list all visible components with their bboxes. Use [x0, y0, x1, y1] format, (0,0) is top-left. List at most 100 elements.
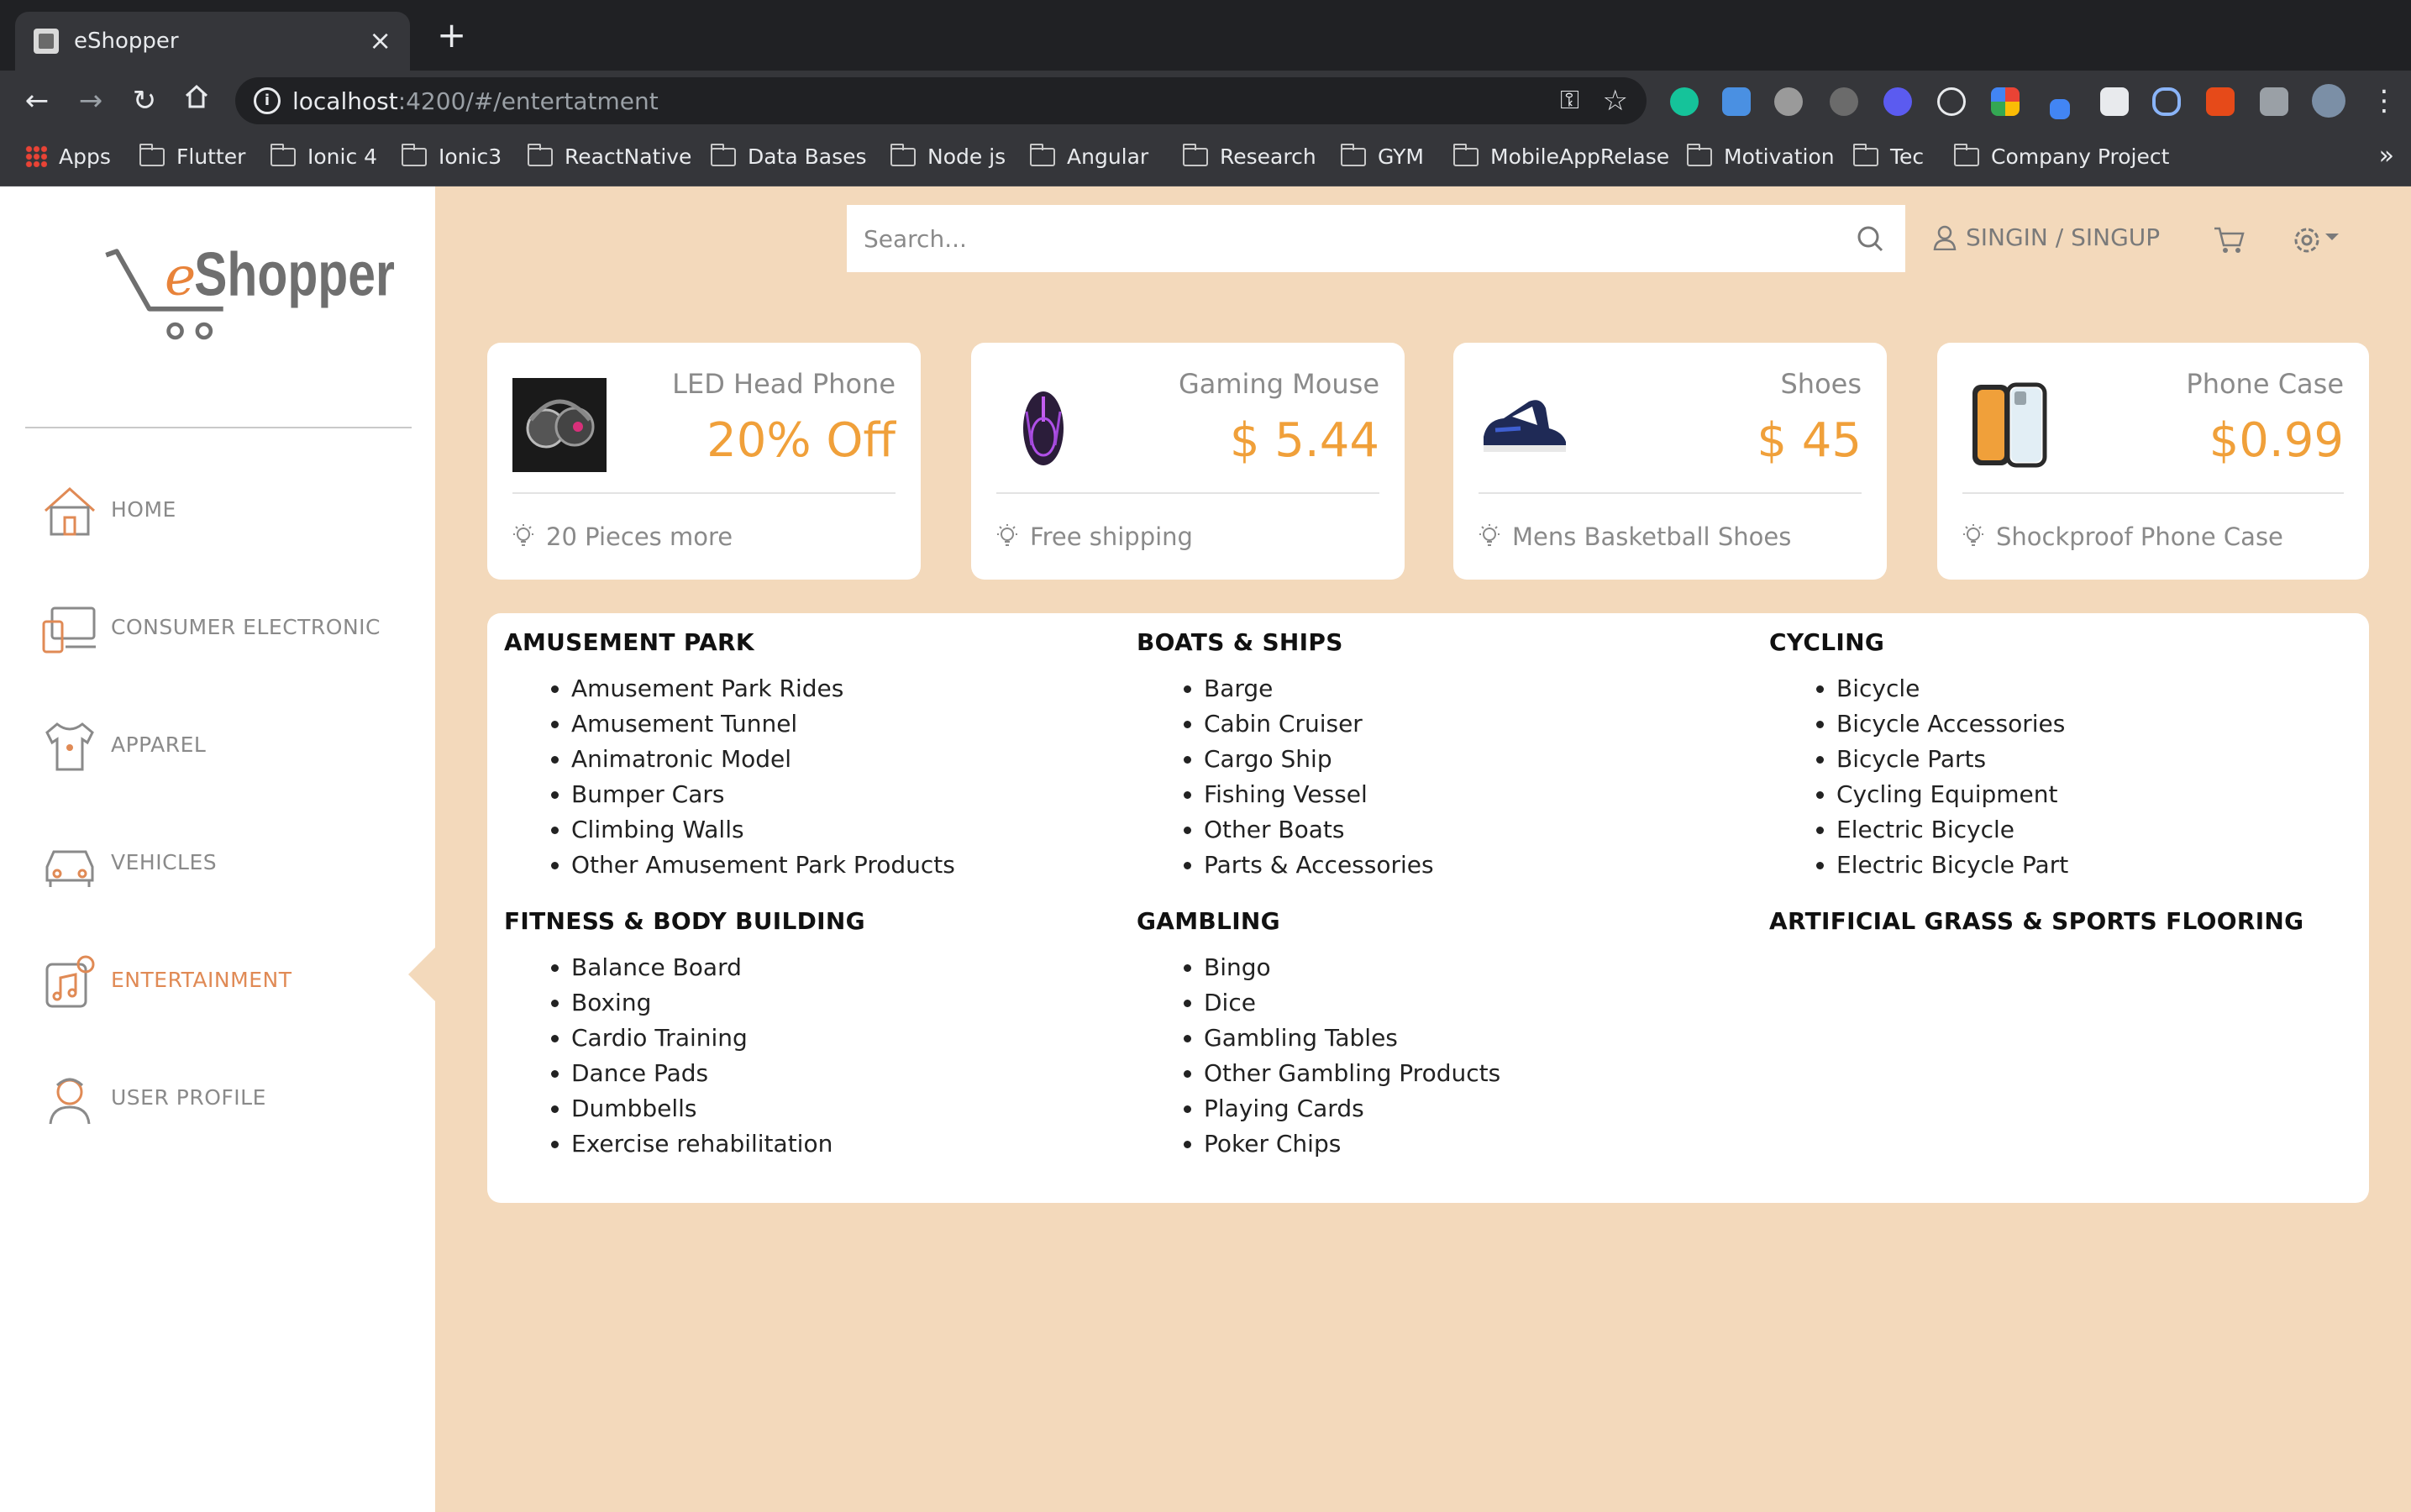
list-item[interactable]: Electric Bicycle Part	[1836, 848, 2391, 883]
new-tab-button[interactable]: +	[437, 18, 466, 53]
category-title[interactable]: GAMBLING	[1137, 907, 1758, 935]
search-icon[interactable]	[1855, 223, 1885, 254]
key-icon[interactable]: ⚿	[1560, 86, 1579, 115]
list-item[interactable]: Other Gambling Products	[1204, 1056, 1758, 1091]
list-item[interactable]: Playing Cards	[1204, 1091, 1758, 1126]
address-url: localhost:4200/#/entertatment	[292, 87, 659, 115]
pen-icon[interactable]	[2050, 99, 2070, 119]
list-item[interactable]: Bicycle	[1836, 671, 2391, 706]
list-item[interactable]: Bicycle Parts	[1836, 742, 2391, 777]
bookmark-folder[interactable]: ReactNative	[528, 144, 691, 169]
promo-card[interactable]: Shoes $ 45 Mens Basketball Shoes	[1453, 343, 1887, 580]
sidebar-item-home[interactable]: HOME	[40, 475, 410, 543]
bookmark-folder[interactable]: Node js	[890, 144, 1006, 169]
list-item[interactable]: Other Amusement Park Products	[571, 848, 1126, 883]
active-item-indicator	[408, 946, 437, 1003]
code-icon[interactable]	[2206, 87, 2235, 116]
link-icon[interactable]	[2152, 87, 2181, 116]
lightbulb-icon	[1963, 524, 1983, 546]
promo-card[interactable]: LED Head Phone 20% Off 20 Pieces more	[487, 343, 921, 580]
colors-icon[interactable]	[1991, 87, 2020, 116]
list-item[interactable]: Poker Chips	[1204, 1126, 1758, 1162]
browser-tab[interactable]: eShopper ×	[15, 12, 410, 71]
category-title[interactable]: FITNESS & BODY BUILDING	[504, 907, 1126, 935]
close-tab-icon[interactable]: ×	[369, 24, 391, 57]
category-title[interactable]: CYCLING	[1769, 628, 2391, 656]
list-item[interactable]: Bingo	[1204, 950, 1758, 985]
list-item[interactable]: Gambling Tables	[1204, 1021, 1758, 1056]
list-item[interactable]: Boxing	[571, 985, 1126, 1021]
sidebar-item-user-profile[interactable]: USER PROFILE	[40, 1063, 410, 1131]
category-title[interactable]: AMUSEMENT PARK	[504, 628, 1126, 656]
sidebar-item-vehicles[interactable]: VEHICLES	[40, 828, 410, 895]
list-item[interactable]: Cardio Training	[571, 1021, 1126, 1056]
favicon-icon	[34, 29, 59, 54]
list-item[interactable]: Amusement Tunnel	[571, 706, 1126, 742]
list-item[interactable]: Bumper Cars	[571, 777, 1126, 812]
category-group: GAMBLING Bingo Dice Gambling Tables Othe…	[1137, 907, 1758, 1162]
site-info-icon[interactable]: i	[254, 87, 281, 114]
list-item[interactable]: Animatronic Model	[571, 742, 1126, 777]
cart-icon[interactable]	[2213, 225, 2246, 255]
bookmark-folder[interactable]: Research	[1183, 144, 1316, 169]
category-title[interactable]: BOATS & SHIPS	[1137, 628, 1758, 656]
list-item[interactable]: Fishing Vessel	[1204, 777, 1758, 812]
category-list: Amusement Park Rides Amusement Tunnel An…	[571, 671, 1126, 883]
bookmark-folder[interactable]: MobileAppRelase	[1453, 144, 1669, 169]
list-item[interactable]: Exercise rehabilitation	[571, 1126, 1126, 1162]
bookmark-folder[interactable]: Company Project	[1954, 144, 2169, 169]
signin-link[interactable]: SINGIN / SINGUP	[1932, 223, 2160, 251]
bookmark-folder[interactable]: Tec	[1853, 144, 1924, 169]
ext-icon[interactable]	[1774, 87, 1803, 116]
bookmark-folder[interactable]: Motivation	[1687, 144, 1835, 169]
bookmark-folder[interactable]: Angular	[1030, 144, 1148, 169]
list-item[interactable]: Barge	[1204, 671, 1758, 706]
bookmark-folder[interactable]: Flutter	[139, 144, 245, 169]
grammarly-icon[interactable]	[1670, 87, 1699, 116]
list-item[interactable]: Cargo Ship	[1204, 742, 1758, 777]
promo-card[interactable]: Gaming Mouse $ 5.44 Free shipping	[971, 343, 1405, 580]
puzzle-icon[interactable]	[2260, 87, 2288, 116]
list-item[interactable]: Dice	[1204, 985, 1758, 1021]
list-item[interactable]: Electric Bicycle	[1836, 812, 2391, 848]
list-item[interactable]: Cycling Equipment	[1836, 777, 2391, 812]
bookmark-folder[interactable]: GYM	[1341, 144, 1424, 169]
sidebar-item-apparel[interactable]: APPAREL	[40, 711, 410, 778]
promo-card[interactable]: Phone Case $0.99 Shockproof Phone Case	[1937, 343, 2369, 580]
bookmark-apps[interactable]: Apps	[25, 144, 111, 169]
bookmark-folder[interactable]: Ionic3	[402, 144, 502, 169]
search-input[interactable]	[864, 217, 1821, 260]
sidebar-item-consumer-electronic[interactable]: CONSUMER ELECTRONIC	[40, 593, 410, 660]
list-item[interactable]: Other Boats	[1204, 812, 1758, 848]
card-title: Phone Case	[2186, 368, 2344, 400]
list-item[interactable]: Dumbbells	[571, 1091, 1126, 1126]
download-icon[interactable]	[1722, 87, 1751, 116]
home-browser-icon[interactable]	[178, 82, 215, 119]
browser-menu-icon[interactable]: ⋮	[2366, 82, 2403, 119]
sidebar-item-entertainment[interactable]: ENTERTAINMENT	[40, 946, 410, 1013]
bookmarks-overflow-button[interactable]: »	[2379, 141, 2394, 171]
bookmark-star-icon[interactable]: ☆	[1603, 84, 1628, 118]
category-title[interactable]: ARTIFICIAL GRASS & SPORTS FLOORING	[1769, 907, 2391, 935]
bookmark-folder[interactable]: Data Bases	[711, 144, 867, 169]
eshopper-logo[interactable]: e Shopper	[17, 237, 420, 438]
profile-avatar[interactable]	[2312, 84, 2345, 118]
list-item[interactable]: Amusement Park Rides	[571, 671, 1126, 706]
bookmark-folder[interactable]: Ionic 4	[271, 144, 377, 169]
reload-icon[interactable]: ↻	[126, 82, 163, 119]
list-item[interactable]: Dance Pads	[571, 1056, 1126, 1091]
back-icon[interactable]: ←	[18, 82, 55, 119]
ublock-icon[interactable]	[1830, 87, 1858, 116]
list-item[interactable]: Parts & Accessories	[1204, 848, 1758, 883]
page-icon[interactable]	[2100, 87, 2129, 116]
list-item[interactable]: Bicycle Accessories	[1836, 706, 2391, 742]
speed-icon[interactable]	[1937, 87, 1966, 116]
settings-dropdown-icon[interactable]	[2292, 223, 2349, 257]
list-item[interactable]: Balance Board	[571, 950, 1126, 985]
address-bar[interactable]: i localhost:4200/#/entertatment ⚿ ☆	[235, 77, 1647, 124]
spark-icon[interactable]	[1883, 87, 1912, 116]
category-list: Bicycle Bicycle Accessories Bicycle Part…	[1836, 671, 2391, 883]
list-item[interactable]: Cabin Cruiser	[1204, 706, 1758, 742]
list-item[interactable]: Climbing Walls	[571, 812, 1126, 848]
forward-icon[interactable]: →	[72, 82, 109, 119]
